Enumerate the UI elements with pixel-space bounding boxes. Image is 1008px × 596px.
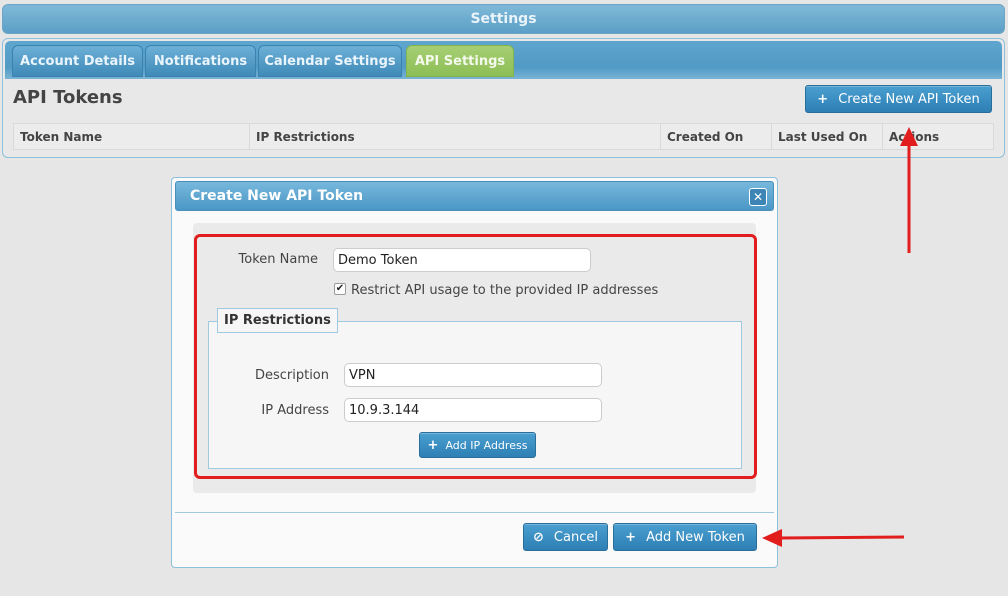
tab-account-details[interactable]: Account Details bbox=[12, 45, 143, 77]
column-token-name[interactable]: Token Name bbox=[14, 124, 250, 149]
column-last-used-on[interactable]: Last Used On bbox=[772, 124, 883, 149]
column-ip-restrictions[interactable]: IP Restrictions bbox=[250, 124, 661, 149]
settings-panel: Account Details Notifications Calendar S… bbox=[2, 38, 1005, 158]
column-actions[interactable]: Actions bbox=[883, 124, 993, 149]
create-api-token-button[interactable]: + Create New API Token bbox=[805, 85, 992, 113]
page-title: API Tokens bbox=[13, 87, 123, 108]
settings-header: Settings bbox=[2, 4, 1005, 34]
tab-calendar-settings[interactable]: Calendar Settings bbox=[258, 45, 402, 77]
dialog-header: Create New API Token ✕ bbox=[175, 181, 774, 211]
cancel-icon: ⊘ bbox=[533, 529, 544, 545]
create-token-dialog: Create New API Token ✕ Token Name Demo T… bbox=[171, 177, 778, 568]
close-icon[interactable]: ✕ bbox=[749, 188, 767, 206]
dialog-divider bbox=[175, 512, 774, 513]
dialog-title: Create New API Token bbox=[190, 188, 364, 204]
settings-title: Settings bbox=[470, 11, 537, 27]
annotation-highlight-box bbox=[194, 234, 757, 479]
column-created-on[interactable]: Created On bbox=[661, 124, 772, 149]
plus-icon: + bbox=[817, 91, 829, 107]
tokens-table-header: Token Name IP Restrictions Created On La… bbox=[13, 123, 994, 150]
cancel-button[interactable]: ⊘ Cancel bbox=[523, 523, 608, 551]
tab-api-settings[interactable]: API Settings bbox=[406, 45, 514, 77]
add-new-token-button[interactable]: + Add New Token bbox=[613, 523, 757, 551]
tab-notifications[interactable]: Notifications bbox=[145, 45, 256, 77]
plus-icon: + bbox=[625, 529, 637, 545]
arrow-to-add-token-button bbox=[762, 529, 905, 547]
